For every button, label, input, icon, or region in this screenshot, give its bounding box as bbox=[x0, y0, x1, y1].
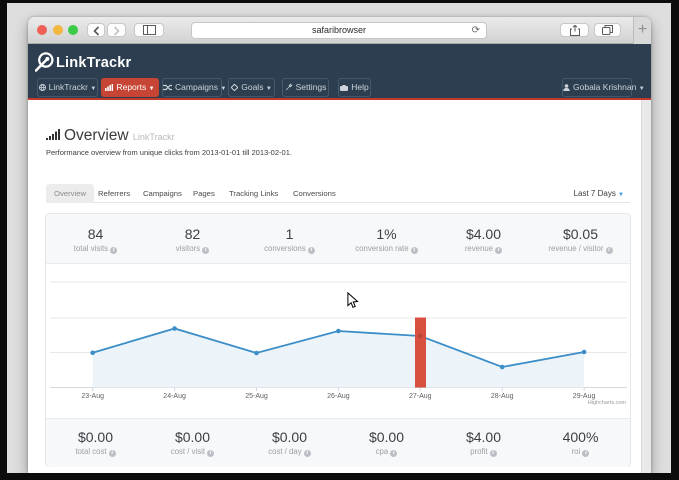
svg-text:24-Aug: 24-Aug bbox=[163, 393, 186, 400]
svg-text:29-Aug: 29-Aug bbox=[573, 393, 596, 400]
svg-text:25-Aug: 25-Aug bbox=[245, 393, 268, 400]
svg-text:26-Aug: 26-Aug bbox=[327, 393, 350, 400]
svg-text:23-Aug: 23-Aug bbox=[81, 393, 104, 400]
svg-text:28-Aug: 28-Aug bbox=[491, 393, 514, 400]
svg-text:Highcharts.com: Highcharts.com bbox=[588, 400, 627, 406]
svg-text:27-Aug: 27-Aug bbox=[409, 393, 432, 400]
